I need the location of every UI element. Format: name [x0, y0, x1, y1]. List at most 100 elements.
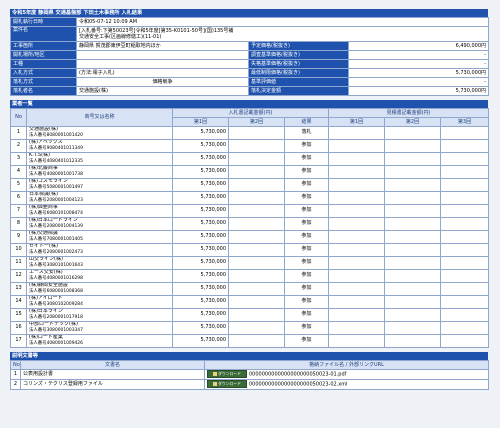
estimate-round1	[328, 334, 386, 348]
bid-amount-round1: 5,730,000	[172, 308, 229, 322]
bid-amount-round2	[228, 243, 285, 257]
info-label: 最低制限価格(税抜き)	[248, 68, 349, 78]
estimate-round1	[328, 204, 386, 218]
bid-amount-round1: 5,730,000	[172, 165, 229, 179]
info-label: 工事箇所	[10, 41, 77, 51]
bidder-no: 4	[10, 165, 27, 179]
download-button[interactable]: ダウンロード	[207, 370, 247, 379]
bid-amount-round1: 5,730,000	[172, 217, 229, 231]
bidder-name-cell: (株)アペックス 法人番号9080401011349	[26, 139, 173, 153]
bidder-registration-number: 法人番号2080001004123	[29, 198, 83, 203]
info-label: 落札方式	[10, 77, 77, 87]
estimate-round3	[440, 165, 490, 179]
bid-amount-round2	[228, 204, 285, 218]
bidder-registration-number: 法人番号3080101001643	[29, 263, 83, 268]
bid-amount-round2	[228, 178, 285, 192]
doc-col-header-name: 文書名	[20, 360, 205, 370]
project-info-table: 開札執行日時 令和05-07-12 10:09 AM 案件名 [入札番号:下第5…	[10, 17, 490, 96]
bidder-name-cell: 中部ロードテック(株) 法人番号3080001003347	[26, 321, 173, 335]
documents-header-row: No 文書名 格納ファイル名 / 外部リンクURL	[10, 360, 489, 370]
info-label: 落札決定金額	[248, 86, 349, 96]
estimate-round2	[384, 204, 442, 218]
bidder-registration-number: 法人番号8080001001420	[29, 133, 83, 138]
col-header-est-round1: 第1回	[328, 117, 386, 127]
table-row: 1 交通施設(株) 法人番号8080001001420 5,730,000 落札	[10, 126, 490, 140]
estimate-round1	[328, 191, 386, 205]
bid-result: 参加	[283, 139, 330, 153]
info-label: 調査基準価格(税抜き)	[248, 50, 349, 60]
estimate-round3	[440, 256, 490, 270]
estimate-round3	[440, 334, 490, 348]
info-value	[76, 50, 249, 60]
info-value: -	[347, 77, 490, 87]
content-frame: 令和5年度 静岡県 交通基盤部 下田土木事務所 入札結果 開札執行日時 令和05…	[10, 9, 490, 390]
estimate-round3	[440, 308, 490, 322]
estimate-round2	[384, 256, 442, 270]
bidder-no: 1	[10, 126, 27, 140]
bid-amount-round2	[228, 282, 285, 296]
bid-amount-round1: 5,730,000	[172, 139, 229, 153]
info-value: -	[347, 50, 490, 60]
bidder-no: 5	[10, 178, 27, 192]
info-label: 基準評価値	[248, 77, 349, 87]
download-button[interactable]: ダウンロード	[207, 380, 247, 389]
bid-amount-round2	[228, 256, 285, 270]
estimate-round2	[384, 334, 442, 348]
documents-table: No 文書名 格納ファイル名 / 外部リンクURL 1 公表用設計書 ダウンロード 0…	[10, 360, 489, 390]
info-value: -	[347, 59, 490, 69]
bid-amount-round2	[228, 334, 285, 348]
estimate-round1	[328, 165, 386, 179]
info-label: 失格基準価格(税抜き)	[248, 59, 349, 69]
bid-amount-round2	[228, 139, 285, 153]
estimate-round3	[440, 204, 490, 218]
bidder-name-cell: (株)日本ライン 法人番号2080001017918	[26, 308, 173, 322]
bidders-table-body: 1 交通施設(株) 法人番号8080001001420 5,730,000 落札 2 (株)…	[10, 126, 490, 348]
bid-result: 参加	[283, 334, 330, 348]
estimate-round3	[440, 295, 490, 309]
estimate-round1	[328, 269, 386, 283]
bidder-no: 9	[10, 230, 27, 244]
estimate-round3	[440, 230, 490, 244]
estimate-round1	[328, 243, 386, 257]
estimate-round3	[440, 217, 490, 231]
bidder-name-cell: (株)コスモライン 法人番号5080001001497	[26, 178, 173, 192]
bid-result: 参加	[283, 191, 330, 205]
document-file-link[interactable]: 0000000000000000000050023-01.pdf	[249, 372, 346, 378]
bid-amount-round1: 5,730,000	[172, 321, 229, 335]
bidder-no: 2	[10, 139, 27, 153]
info-label: 予定価格(税抜き)	[248, 41, 349, 51]
estimate-round2	[384, 165, 442, 179]
bid-result: 参加	[283, 204, 330, 218]
bid-amount-round1: 5,730,000	[172, 243, 229, 257]
bid-amount-round1: 5,730,000	[172, 256, 229, 270]
bidder-name-cell: (株)ロード産業 法人番号4080001009426	[26, 334, 173, 348]
estimate-round1	[328, 230, 386, 244]
estimate-round2	[384, 269, 442, 283]
col-header-estimate-amount: 見積書記載金額(円)	[328, 108, 490, 118]
bidder-registration-number: 法人番号6080001008368	[29, 289, 83, 294]
bidder-registration-number: 法人番号3080001003347	[29, 328, 83, 333]
bid-result: 参加	[283, 230, 330, 244]
col-header-name: 商号又は名称	[26, 108, 173, 127]
info-value	[76, 59, 249, 69]
bidder-registration-number: 法人番号2080001002473	[29, 250, 83, 255]
bidder-registration-number: 法人番号2080001017918	[29, 315, 83, 320]
table-row: 17 (株)ロード産業 法人番号4080001009426 5,730,000 参加	[10, 334, 490, 348]
bidder-no: 13	[10, 282, 27, 296]
bidder-registration-number: 法人番号4080001016298	[29, 276, 83, 281]
bidder-registration-number: 法人番号4080401012335	[29, 159, 83, 164]
info-label: 開札執行日時	[10, 17, 77, 27]
doc-col-header-no: No	[10, 360, 21, 370]
bid-result: 参加	[283, 282, 330, 296]
estimate-round1	[328, 308, 386, 322]
bid-amount-round1: 5,730,000	[172, 152, 229, 166]
document-no: 1	[10, 369, 21, 380]
bidder-name-cell: (株)アイロード 法人番号3080102009284	[26, 295, 173, 309]
estimate-round2	[384, 230, 442, 244]
info-value: 6,490,000円	[347, 41, 490, 51]
table-row: 4 (株)北藤商事 法人番号4080001001738 5,730,000 参加	[10, 165, 490, 179]
bid-result: 参加	[283, 269, 330, 283]
download-button-label: ダウンロード	[218, 371, 241, 377]
download-icon	[213, 382, 218, 387]
document-file-link[interactable]: 0000000000000000000050023-02.xml	[249, 382, 348, 388]
